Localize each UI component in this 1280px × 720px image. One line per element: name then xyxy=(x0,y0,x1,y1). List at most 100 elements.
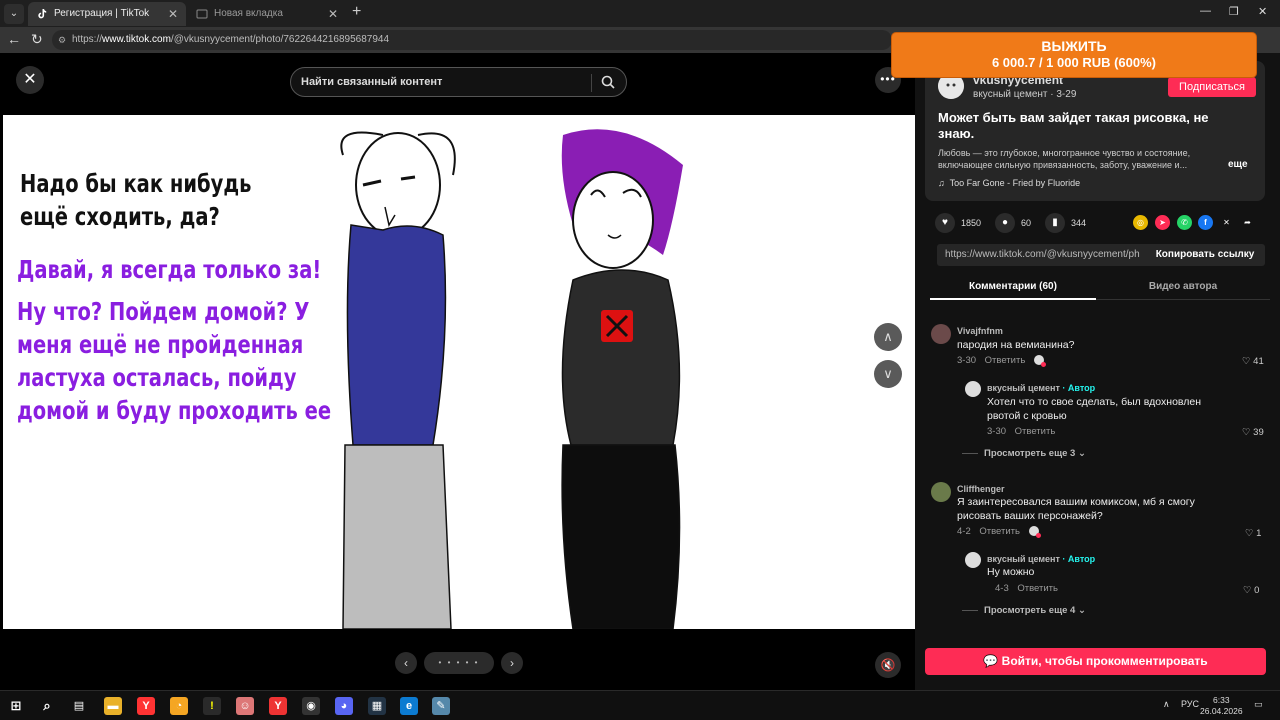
window-close-icon[interactable]: ✕ xyxy=(1258,5,1267,18)
new-tab-plus-icon[interactable]: + xyxy=(352,3,361,21)
follow-button[interactable]: Подписаться xyxy=(1168,77,1256,97)
details-panel: vkusnyycement вкусный цемент · 3-29 Подп… xyxy=(915,53,1280,690)
author-badge: · Автор xyxy=(1062,383,1096,393)
comment-meta: 3-30 Ответить xyxy=(957,355,1046,368)
show-hidden-icons[interactable]: ∧ xyxy=(1163,699,1170,710)
x-icon[interactable]: ✕ xyxy=(1219,215,1234,230)
notifications-icon[interactable]: ▭ xyxy=(1254,699,1263,710)
windows-start-icon[interactable]: ⊞ xyxy=(7,697,25,715)
system-clock[interactable]: 6:33 26.04.2026 xyxy=(1200,695,1243,717)
comic-characters-illustration xyxy=(340,129,683,629)
yandex-icon[interactable]: Y xyxy=(269,697,287,715)
mute-button[interactable]: 🔇 xyxy=(875,652,901,678)
clock-time: 6:33 xyxy=(1213,695,1230,705)
divider xyxy=(962,609,978,611)
comment-date: 3-30 xyxy=(957,355,977,366)
yandex-browser-icon[interactable]: Y xyxy=(137,697,155,715)
share-arrow-icon[interactable]: ➦ xyxy=(1240,215,1255,230)
reply-date: 4-3 xyxy=(995,583,1009,594)
comment-like-button[interactable]: ♡ 1 xyxy=(1245,528,1261,539)
donation-goal-overlay: ВЫЖИТЬ 6 000.7 / 1 000 RUB (600%) xyxy=(891,32,1257,78)
slide-indicator-dots[interactable]: • • • • • xyxy=(424,652,494,674)
chevron-up-icon: ∧ xyxy=(883,329,893,344)
reply-like-button[interactable]: ♡ 39 xyxy=(1242,427,1264,438)
next-slide-down-button[interactable]: ∨ xyxy=(874,360,902,388)
whatsapp-icon[interactable]: ✆ xyxy=(1177,215,1192,230)
prev-photo-button[interactable]: ‹ xyxy=(395,652,417,674)
next-photo-button[interactable]: › xyxy=(501,652,523,674)
author-nickname-date: вкусный цемент · 3-29 xyxy=(973,89,1077,100)
tab-title: Новая вкладка xyxy=(214,8,283,19)
commenter-name[interactable]: Vivajfnfnm xyxy=(957,326,1003,336)
comment-like-count: 1 xyxy=(1256,528,1262,539)
login-to-comment-button[interactable]: 💬 Войти, чтобы прокомментировать xyxy=(925,648,1266,675)
music-link[interactable]: ♫ Too Far Gone - Fried by Fluoride xyxy=(938,178,1080,188)
app-icon[interactable]: ◔ xyxy=(170,697,188,715)
minimize-icon[interactable]: — xyxy=(1200,5,1211,17)
reply-text: Хотел что то свое сделать, был вдохновле… xyxy=(987,396,1202,422)
windows-taskbar: ⊞ ⌕ ▤ ▬ Y ◔ ! ☺ Y ◉ ◕ ▦ e ✎ ∧ РУС 6:33 2… xyxy=(0,690,1280,720)
music-title: Too Far Gone - Fried by Fluoride xyxy=(949,178,1081,188)
tab-author-videos[interactable]: Видео автора xyxy=(1100,281,1266,292)
app-icon[interactable]: ◉ xyxy=(302,697,320,715)
music-note-icon: ♫ xyxy=(938,178,945,188)
share-link-field[interactable]: https://www.tiktok.com/@vkusnyycement/ph… xyxy=(945,249,1140,260)
overlay-title: ВЫЖИТЬ xyxy=(1041,38,1107,54)
close-tab-icon[interactable]: ✕ xyxy=(168,2,178,26)
reply-author-avatar[interactable] xyxy=(965,552,981,568)
view-more-replies-button[interactable]: Просмотреть еще 3 ⌄ xyxy=(962,448,1086,459)
tab-comments[interactable]: Комментарии (60) xyxy=(930,281,1096,292)
reload-icon[interactable]: ↻ xyxy=(31,31,43,48)
search-icon[interactable]: ⌕ xyxy=(38,697,56,715)
slide-text-line: Ну что? Пойдем домой? У xyxy=(17,297,310,326)
heart-icon: ♥ xyxy=(935,213,955,233)
comment-text: пародия на вемианина? xyxy=(957,339,1075,351)
save-count: 344 xyxy=(1071,218,1087,228)
reply-author-avatar[interactable] xyxy=(965,381,981,397)
site-info-icon[interactable]: ⚙ xyxy=(58,30,66,50)
file-explorer-icon[interactable]: ▬ xyxy=(104,697,122,715)
copy-link-button[interactable]: Копировать ссылку xyxy=(1145,244,1265,266)
tab-list-button[interactable]: ⌄ xyxy=(4,4,24,24)
commenter-avatar[interactable] xyxy=(931,324,951,344)
heart-outline-icon: ♡ xyxy=(1242,356,1251,367)
view-more-label: Просмотреть еще 4 xyxy=(984,605,1076,616)
previous-slide-up-button[interactable]: ∧ xyxy=(874,323,902,351)
task-view-icon[interactable]: ▤ xyxy=(70,697,88,715)
view-more-replies-button[interactable]: Просмотреть еще 4 ⌄ xyxy=(962,605,1086,616)
tab-tiktok[interactable]: Регистрация | TikTok ✕ xyxy=(28,2,186,26)
expand-description-link[interactable]: еще xyxy=(1228,159,1248,170)
comment-like-button[interactable]: ♡ 41 xyxy=(1242,356,1264,367)
back-icon[interactable]: ← xyxy=(7,31,21,47)
related-search-input[interactable]: Найти связанный контент xyxy=(290,67,627,97)
app-icon[interactable]: ! xyxy=(203,697,221,715)
reply-button[interactable]: Ответить xyxy=(985,355,1026,366)
edge-browser-icon[interactable]: e xyxy=(400,697,418,715)
facebook-icon[interactable]: f xyxy=(1198,215,1213,230)
reply-button[interactable]: Ответить xyxy=(979,526,1020,537)
maximize-icon[interactable]: ❐ xyxy=(1229,5,1239,18)
reply-author-nick: вкусный цемент xyxy=(987,383,1060,393)
share-send-icon[interactable]: ➤ xyxy=(1155,215,1170,230)
share-embed-icon[interactable]: ◎ xyxy=(1133,215,1148,230)
chart-app-icon[interactable]: ▦ xyxy=(368,697,386,715)
close-viewer-button[interactable]: ✕ xyxy=(16,66,44,94)
heart-outline-icon: ♡ xyxy=(1245,528,1254,539)
reply-button[interactable]: Ответить xyxy=(1015,426,1056,437)
reply-date: 3-30 xyxy=(987,426,1007,437)
search-icon[interactable] xyxy=(600,74,616,90)
reply-like-button[interactable]: ♡ 0 xyxy=(1243,585,1259,596)
commenter-avatar[interactable] xyxy=(931,482,951,502)
url-field[interactable]: ⚙ https://www.tiktok.com/@vkusnyycement/… xyxy=(52,30,892,50)
commenter-name[interactable]: Cliffhenger xyxy=(957,484,1005,494)
reply-author-name[interactable]: вкусный цемент · Автор xyxy=(987,554,1095,564)
reply-button[interactable]: Ответить xyxy=(1017,583,1058,594)
app-icon[interactable]: ☺ xyxy=(236,697,254,715)
language-indicator[interactable]: РУС xyxy=(1181,699,1199,709)
discord-icon[interactable]: ◕ xyxy=(335,697,353,715)
notepad-icon[interactable]: ✎ xyxy=(432,697,450,715)
tab-new[interactable]: Новая вкладка ✕ xyxy=(188,2,346,26)
reply-author-name[interactable]: вкусный цемент · Автор xyxy=(987,383,1095,393)
url-prefix: https:// xyxy=(72,34,103,45)
close-tab-icon[interactable]: ✕ xyxy=(328,2,338,26)
